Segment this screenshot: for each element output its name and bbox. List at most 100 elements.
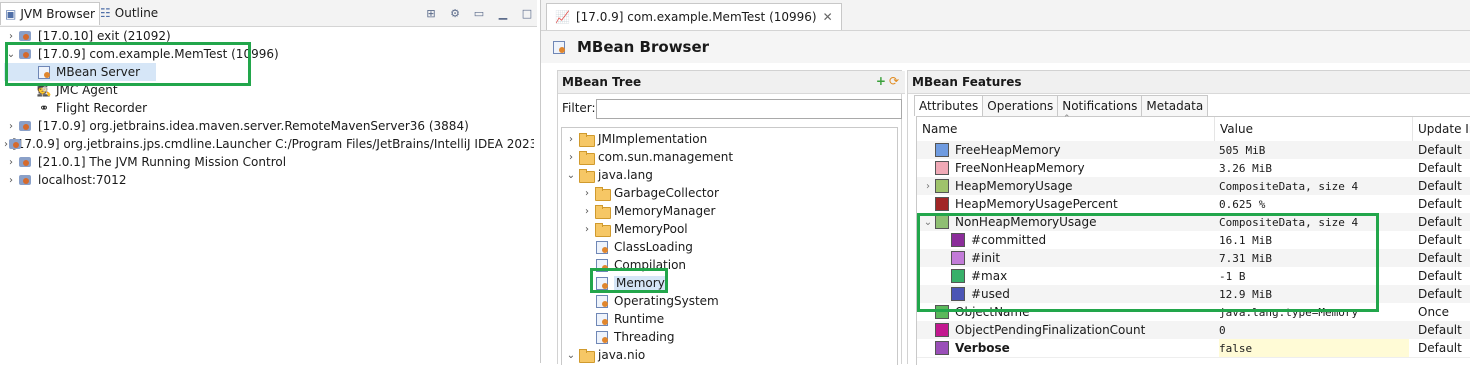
chevron-right-icon[interactable]: › bbox=[580, 222, 594, 236]
tree-row-jvm-memtest[interactable]: ⌄ [17.0.9] com.example.MemTest (10996) bbox=[4, 45, 534, 63]
tree-row-jvm-maven[interactable]: › [17.0.9] org.jetbrains.idea.maven.serv… bbox=[4, 117, 534, 135]
column-header-name[interactable]: Name ⌃ bbox=[917, 114, 1215, 141]
attribute-color-swatch bbox=[935, 341, 949, 355]
tab-metadata[interactable]: Metadata bbox=[1141, 95, 1209, 116]
attribute-name: HeapMemoryUsagePercent bbox=[955, 197, 1118, 211]
attribute-update-interval[interactable]: Default bbox=[1418, 267, 1470, 285]
attribute-name-cell: #used bbox=[921, 285, 1211, 303]
tab-notifications[interactable]: Notifications bbox=[1057, 95, 1143, 116]
jvm-icon bbox=[18, 172, 34, 188]
tree-row-compilation[interactable]: Compilation bbox=[564, 256, 894, 274]
table-row[interactable]: #max -1 B Default bbox=[917, 267, 1470, 286]
chevron-right-icon[interactable]: › bbox=[921, 181, 935, 192]
tree-row-operatingsystem[interactable]: OperatingSystem bbox=[564, 292, 894, 310]
close-icon[interactable]: ✕ bbox=[823, 10, 833, 24]
table-row[interactable]: ObjectPendingFinalizationCount 0 Default bbox=[917, 321, 1470, 340]
filter-input[interactable] bbox=[596, 99, 902, 119]
refresh-icon[interactable]: ⟳ bbox=[889, 74, 899, 88]
attribute-name: #init bbox=[971, 251, 1001, 265]
attribute-name-cell: FreeHeapMemory bbox=[921, 141, 1211, 159]
tree-row-memory[interactable]: Memory bbox=[564, 274, 894, 292]
table-row[interactable]: #init 7.31 MiB Default bbox=[917, 249, 1470, 268]
tab-outline[interactable]: ☷ Outline bbox=[96, 2, 172, 24]
table-row[interactable]: HeapMemoryUsagePercent 0.625 % Default bbox=[917, 195, 1470, 214]
attribute-value: 3.26 MiB bbox=[1219, 161, 1272, 175]
tree-row-jmc-agent[interactable]: 🕵 JMC Agent bbox=[4, 81, 534, 99]
attribute-update-interval[interactable]: Once bbox=[1418, 303, 1470, 321]
tree-row-mbean-server[interactable]: MBean Server bbox=[4, 63, 156, 81]
tab-attributes[interactable]: Attributes bbox=[914, 95, 984, 116]
minimize-icon[interactable]: ▁ bbox=[494, 4, 512, 22]
attribute-update-interval[interactable]: Default bbox=[1418, 231, 1470, 249]
chevron-down-icon[interactable]: ⌄ bbox=[564, 168, 578, 182]
tree-row-com-sun-management[interactable]: › com.sun.management bbox=[564, 148, 894, 166]
tree-row-classloading[interactable]: ClassLoading bbox=[564, 238, 894, 256]
tree-tools: + ⟳ bbox=[876, 74, 899, 88]
attribute-update-interval[interactable]: Default bbox=[1418, 213, 1470, 231]
chevron-right-icon[interactable]: › bbox=[564, 132, 578, 146]
chevron-right-icon[interactable]: › bbox=[4, 119, 18, 133]
attribute-update-interval[interactable]: Default bbox=[1418, 321, 1470, 339]
tree-row-java-nio[interactable]: ⌄ java.nio bbox=[564, 346, 894, 364]
table-row[interactable]: ObjectName java.lang:type=Memory Once bbox=[917, 303, 1470, 322]
attribute-update-interval[interactable]: Default bbox=[1418, 339, 1470, 357]
tree-row-jmimplementation[interactable]: › JMImplementation bbox=[564, 130, 894, 148]
table-row[interactable]: FreeNonHeapMemory 3.26 MiB Default bbox=[917, 159, 1470, 178]
attribute-value: CompositeData, size 4 bbox=[1219, 215, 1359, 229]
mbean-icon bbox=[594, 257, 610, 273]
table-row[interactable]: › HeapMemoryUsage CompositeData, size 4 Def… bbox=[917, 177, 1470, 196]
new-folder-icon[interactable]: ▭ bbox=[470, 4, 488, 22]
table-row[interactable]: Verbose false Default bbox=[917, 339, 1470, 358]
section-title: MBean Features bbox=[912, 75, 1022, 89]
attribute-update-interval[interactable]: Default bbox=[1418, 159, 1470, 177]
editor-tab-memtest[interactable]: 📈 [17.0.9] com.example.MemTest (10996) ✕ bbox=[546, 3, 842, 30]
tree-row-memorypool[interactable]: › MemoryPool bbox=[564, 220, 894, 238]
mbean-browser-icon bbox=[551, 39, 567, 55]
tree-row-jvm-jps[interactable]: › [17.0.9] org.jetbrains.jps.cmdline.Lau… bbox=[4, 135, 534, 153]
chevron-right-icon[interactable]: › bbox=[4, 173, 18, 187]
left-tab-bar: ▣ JVM Browser ☷ Outline ⊞ ⚙ ▭ ▁ □ bbox=[0, 0, 537, 27]
tree-row-jvm-exit[interactable]: › [17.0.10] exit (21092) bbox=[4, 27, 534, 45]
connection-icon[interactable]: ⚙ bbox=[446, 4, 464, 22]
attribute-color-swatch bbox=[935, 215, 949, 229]
tree-row-java-lang[interactable]: ⌄ java.lang bbox=[564, 166, 894, 184]
tab-jvm-browser[interactable]: ▣ JVM Browser bbox=[0, 2, 100, 25]
table-row[interactable]: #used 12.9 MiB Default bbox=[917, 285, 1470, 304]
tab-operations[interactable]: Operations bbox=[982, 95, 1059, 116]
tree-layout-icon[interactable]: ⊞ bbox=[422, 4, 440, 22]
tree-row-memorymanager[interactable]: › MemoryManager bbox=[564, 202, 894, 220]
chevron-down-icon[interactable]: ⌄ bbox=[564, 348, 578, 362]
tree-row-flight-recorder[interactable]: ⚭ Flight Recorder bbox=[4, 99, 534, 117]
chevron-down-icon[interactable]: ⌄ bbox=[4, 47, 18, 61]
attribute-update-interval[interactable]: Default bbox=[1418, 177, 1470, 195]
tree-row-threading[interactable]: Threading bbox=[564, 328, 894, 346]
chevron-right-icon[interactable]: › bbox=[4, 29, 18, 43]
chevron-right-icon[interactable]: › bbox=[580, 186, 594, 200]
attribute-value: 505 MiB bbox=[1219, 143, 1266, 157]
agent-icon: 🕵 bbox=[36, 83, 52, 97]
attribute-update-interval[interactable]: Default bbox=[1418, 249, 1470, 267]
add-icon[interactable]: + bbox=[876, 74, 886, 88]
tree-row-jvm-jmc[interactable]: › [21.0.1] The JVM Running Mission Contr… bbox=[4, 153, 534, 171]
mbean-icon bbox=[594, 329, 610, 345]
maximize-icon[interactable]: □ bbox=[518, 4, 536, 22]
folder-icon bbox=[578, 169, 595, 183]
attribute-update-interval[interactable]: Default bbox=[1418, 141, 1470, 159]
table-row[interactable]: ⌄ NonHeapMemoryUsage CompositeData, size 4… bbox=[917, 213, 1470, 232]
chevron-right-icon[interactable]: › bbox=[580, 204, 594, 218]
tree-row-localhost[interactable]: › localhost:7012 bbox=[4, 171, 534, 189]
table-row[interactable]: FreeHeapMemory 505 MiB Default bbox=[917, 141, 1470, 160]
attribute-update-interval[interactable]: Default bbox=[1418, 285, 1470, 303]
attribute-value[interactable]: false bbox=[1219, 339, 1409, 357]
column-header-value[interactable]: Value bbox=[1215, 117, 1413, 141]
table-row[interactable]: #committed 16.1 MiB Default bbox=[917, 231, 1470, 250]
chevron-right-icon[interactable]: › bbox=[4, 155, 18, 169]
tree-row-garbagecollector[interactable]: › GarbageCollector bbox=[564, 184, 894, 202]
column-header-update-interval[interactable]: Update In bbox=[1413, 117, 1470, 141]
attribute-update-interval[interactable]: Default bbox=[1418, 195, 1470, 213]
chevron-right-icon[interactable]: › bbox=[4, 137, 8, 151]
jvm-tree: › [17.0.10] exit (21092) ⌄ [17.0.9] com.… bbox=[4, 27, 534, 189]
chevron-down-icon[interactable]: ⌄ bbox=[921, 217, 935, 228]
tree-row-runtime[interactable]: Runtime bbox=[564, 310, 894, 328]
chevron-right-icon[interactable]: › bbox=[564, 150, 578, 164]
